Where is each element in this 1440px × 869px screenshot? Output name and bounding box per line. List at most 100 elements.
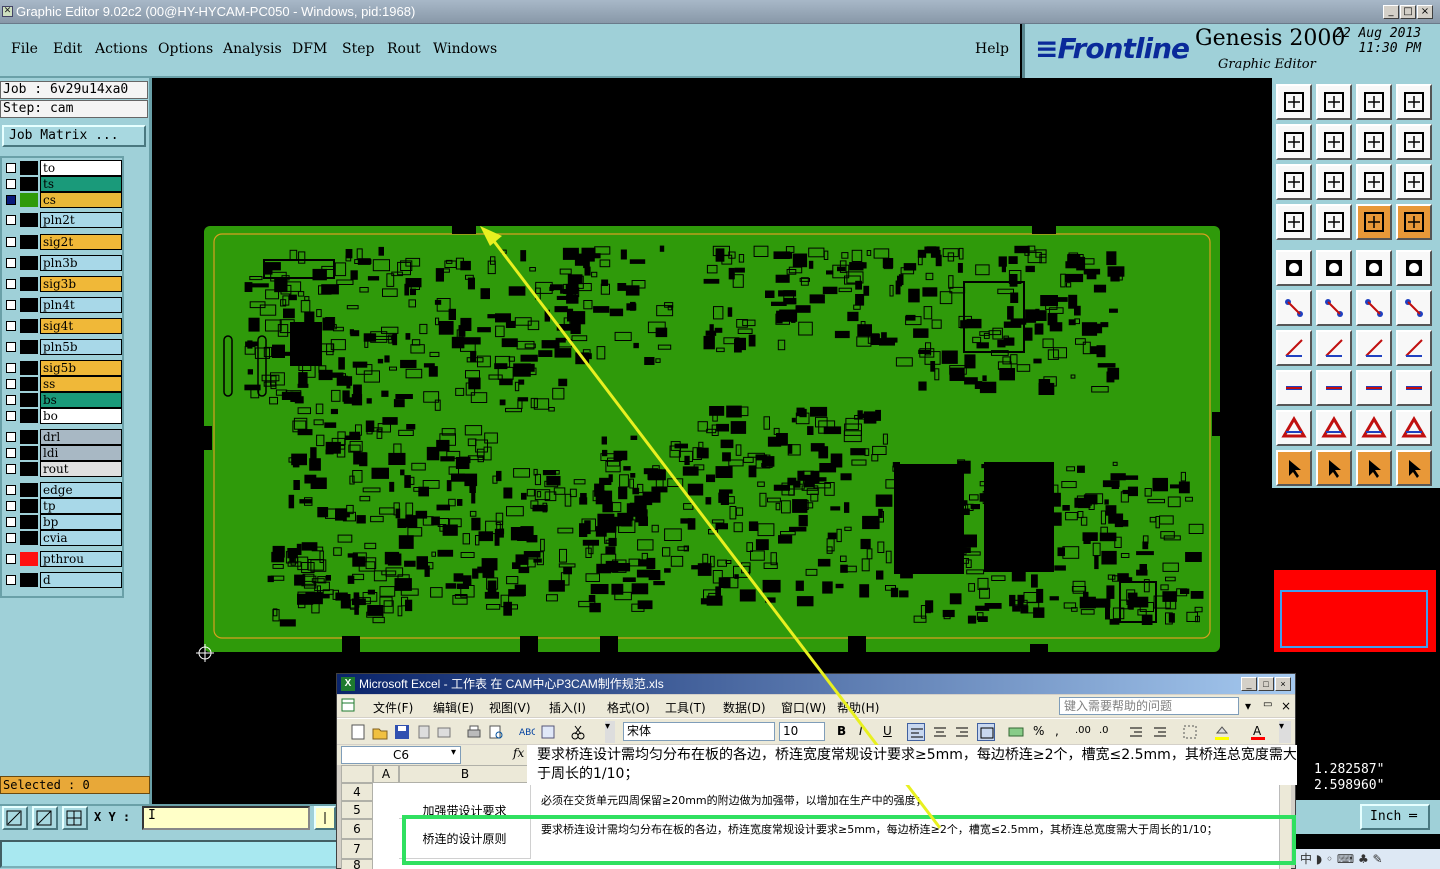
layer-checkbox[interactable] (6, 395, 16, 405)
layer-checkbox[interactable] (6, 485, 16, 495)
excel-maximize-button[interactable]: □ (1258, 677, 1274, 691)
layer-name[interactable]: tp (40, 498, 122, 514)
layer-name[interactable]: sig4t (40, 318, 122, 334)
grid-view-tool[interactable] (1316, 204, 1352, 240)
cell-b5[interactable]: 加强带设计要求 (399, 783, 531, 819)
layer-checkbox[interactable] (6, 501, 16, 511)
excel-menu-view[interactable]: 视图(V) (489, 699, 531, 716)
zoom-center-tool[interactable] (1316, 164, 1352, 200)
permission-icon[interactable] (415, 723, 433, 741)
scale-1-2-tool[interactable] (1356, 164, 1392, 200)
font-name-select[interactable]: 宋体 (623, 722, 775, 741)
layer-checkbox[interactable] (6, 533, 16, 543)
menu-options[interactable]: Options (158, 41, 213, 57)
layer-name[interactable]: rout (40, 461, 122, 477)
home-tool[interactable] (1356, 84, 1392, 120)
menu-help[interactable]: Help (975, 41, 1009, 57)
align-right-icon[interactable] (953, 723, 971, 741)
overview-panel[interactable] (1274, 570, 1436, 652)
cell-c5[interactable]: 必须在交货单元四周保留≥20mm的附边做为加强带，以增加在生产中的强度； (537, 792, 1277, 809)
bold-button[interactable]: B (837, 724, 846, 738)
select-path-tool[interactable] (1396, 450, 1432, 486)
layer-row-tp[interactable]: tp (4, 498, 122, 514)
increase-indent-icon[interactable] (1151, 723, 1169, 741)
layer-name[interactable]: to (40, 160, 122, 176)
corner-header[interactable] (341, 765, 373, 783)
layer-row-d[interactable]: d (4, 572, 122, 588)
shapes-tool[interactable] (1396, 370, 1432, 406)
menu-analysis[interactable]: Analysis (223, 41, 282, 57)
select-circle-tool[interactable] (1356, 450, 1392, 486)
column-header-a[interactable]: A (373, 765, 399, 783)
layer-row-edge[interactable]: edge (4, 482, 122, 498)
triangle-tool[interactable] (1276, 410, 1312, 446)
select-arrow-tool[interactable] (1276, 450, 1312, 486)
excel-menu-help[interactable]: 帮助(H) (837, 699, 879, 716)
line-point-tool[interactable] (1356, 290, 1392, 326)
grid-snap-button[interactable] (62, 806, 88, 830)
layer-checkbox[interactable] (6, 215, 16, 225)
zoom-area-button[interactable] (2, 806, 28, 830)
research-icon[interactable] (539, 723, 557, 741)
layer-checkbox[interactable] (6, 554, 16, 564)
layer-name[interactable]: pthrou (40, 551, 122, 567)
layer-name[interactable]: drl (40, 429, 122, 445)
layer-row-pln4t[interactable]: pln4t (4, 297, 122, 313)
excel-menu-insert[interactable]: 插入(I) (549, 699, 586, 716)
namebox-dropdown-icon[interactable]: ▾ (451, 747, 456, 758)
currency-icon[interactable] (1007, 723, 1025, 741)
layer-row-pthrou[interactable]: pthrou (4, 551, 122, 567)
excel-menu-data[interactable]: 数据(D) (723, 699, 766, 716)
maximize-button[interactable]: □ (1400, 5, 1416, 19)
connect-tool[interactable] (1276, 290, 1312, 326)
layer-name[interactable]: ss (40, 376, 122, 392)
layer-checkbox[interactable] (6, 163, 16, 173)
layer-name[interactable]: edge (40, 482, 122, 498)
box-measure-tool[interactable] (1356, 370, 1392, 406)
percent-button[interactable]: % (1033, 724, 1044, 738)
increase-decimal-button[interactable]: .00 (1075, 725, 1091, 736)
layer-checkbox[interactable] (6, 258, 16, 268)
layer-checkbox[interactable] (6, 464, 16, 474)
cut-icon[interactable] (569, 723, 587, 741)
layer-checkbox[interactable] (6, 195, 16, 205)
layer-row-cvia[interactable]: cvia (4, 530, 122, 546)
layer-row-to[interactable]: to (4, 160, 122, 176)
toolbar-options-icon-2[interactable]: ▾ (1279, 721, 1291, 743)
underline-button[interactable]: U (883, 724, 892, 738)
layer-row-sig2t[interactable]: sig2t (4, 234, 122, 250)
layer-name[interactable]: cvia (40, 530, 122, 546)
minus-line-tool[interactable] (1316, 370, 1352, 406)
slash-tool[interactable] (1316, 330, 1352, 366)
snap-tool[interactable] (1396, 124, 1432, 160)
layer-name[interactable]: sig5b (40, 360, 122, 376)
layer-row-cs[interactable]: cs (4, 192, 122, 208)
layer-row-bp[interactable]: bp (4, 514, 122, 530)
layer-name[interactable]: sig3b (40, 276, 122, 292)
print-icon[interactable] (465, 723, 483, 741)
layer-row-ts[interactable]: ts (4, 176, 122, 192)
font-size-select[interactable]: 10 (779, 722, 825, 741)
move-up-tool[interactable] (1276, 84, 1312, 120)
move-right-tool[interactable] (1316, 124, 1352, 160)
layer-name[interactable]: ts (40, 176, 122, 192)
cross-tool[interactable] (1316, 290, 1352, 326)
layer-row-pln2t[interactable]: pln2t (4, 212, 122, 228)
layer-name[interactable]: sig2t (40, 234, 122, 250)
layer-checkbox[interactable] (6, 448, 16, 458)
layer-row-bs[interactable]: bs (4, 392, 122, 408)
row-header[interactable]: 7 (341, 839, 373, 859)
layer-row-pln3b[interactable]: pln3b (4, 255, 122, 271)
align-left-icon[interactable] (907, 723, 925, 741)
job-matrix-button[interactable]: Job Matrix ... (2, 125, 146, 147)
pcb-board[interactable] (204, 226, 1220, 652)
layer-checkbox[interactable] (6, 321, 16, 331)
spelling-icon[interactable]: ABC (517, 723, 535, 741)
layer-checkbox[interactable] (6, 363, 16, 373)
menu-file[interactable]: File (11, 41, 38, 57)
layer-row-sig5b[interactable]: sig5b (4, 360, 122, 376)
move-down-tool[interactable] (1316, 84, 1352, 120)
arc-tool[interactable] (1356, 330, 1392, 366)
circle-tool[interactable] (1396, 250, 1432, 286)
layer-name[interactable]: pln3b (40, 255, 122, 271)
